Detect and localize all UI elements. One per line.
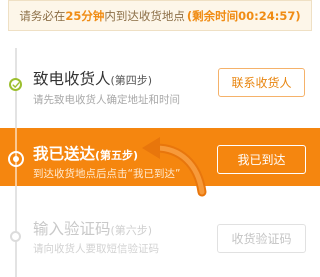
- step-number: (第四步): [110, 74, 153, 87]
- contact-recipient-button[interactable]: 联系收货人: [218, 68, 305, 97]
- step-title-text: 我已送达: [33, 145, 96, 163]
- step-number: (第六步): [110, 224, 153, 237]
- time-limit-notice: 请务必在 25分钟 内到达收货地点 (剩余时间00:24:57): [8, 0, 312, 31]
- curved-arrow-icon: [142, 137, 207, 197]
- step-title-enter-code: 输入验证码(第六步): [33, 217, 152, 239]
- step-title-text: 致电收货人: [33, 70, 111, 88]
- radio-dot-icon: [8, 151, 24, 167]
- notice-suffix: 内到达收货地点: [104, 8, 185, 23]
- arrived-button[interactable]: 我已到达: [217, 145, 306, 174]
- step-description: 请向收货人要取短信验证码: [33, 243, 159, 255]
- notice-prefix: 请务必在: [19, 8, 66, 23]
- empty-circle-icon: [10, 231, 21, 242]
- notice-deadline: 25分钟: [65, 8, 105, 23]
- delivery-steps-screen: 请务必在 25分钟 内到达收货地点 (剩余时间00:24:57) 致电收货人(第四步)…: [0, 0, 320, 277]
- verification-code-button[interactable]: 收货验证码: [217, 224, 306, 253]
- step-title-text: 输入验证码: [33, 220, 111, 238]
- step-number: (第五步): [95, 149, 139, 162]
- check-circle-icon: [9, 78, 22, 91]
- notice-remaining-time: (剩余时间00:24:57): [186, 8, 301, 23]
- step-description: 请先致电收货人确定地址和时间: [33, 94, 180, 106]
- step-title-call-recipient: 致电收货人(第四步): [33, 67, 152, 89]
- step-title-delivered: 我已送达(第五步): [33, 142, 138, 164]
